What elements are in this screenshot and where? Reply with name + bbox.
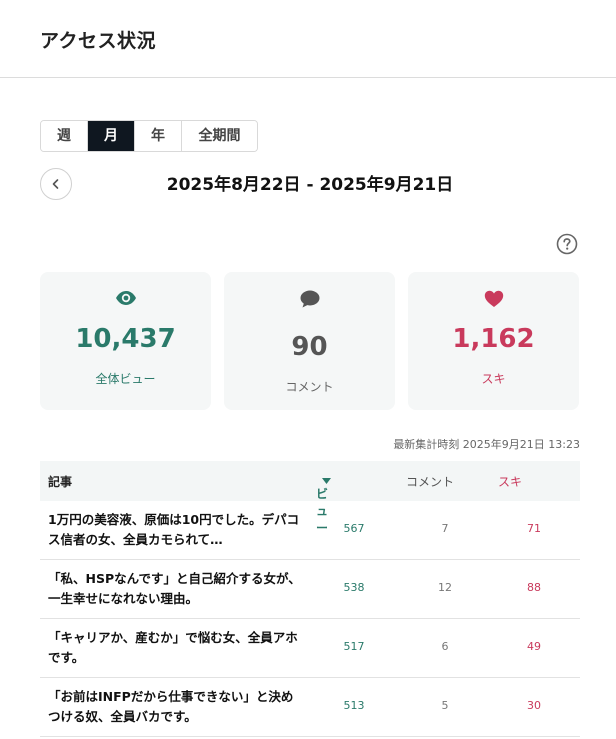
heart-icon (408, 290, 579, 312)
table-row: 「キャリアか、産むか」で悩む女、全員アホです。 517 6 49 (40, 619, 580, 678)
sort-desc-icon (322, 477, 331, 484)
speech-bubble-icon (224, 290, 395, 312)
views-label: 全体ビュー (95, 372, 156, 386)
page-header: アクセス状況 (0, 0, 616, 78)
article-title-link[interactable]: 1万円の美容液、原価は10円でした。デパコス信者の女、全員カモられて… (48, 510, 304, 550)
article-title-link[interactable]: 「キャリアか、産むか」で悩む女、全員アホです。 (48, 628, 304, 668)
table-header: 記事 ビュー コメント スキ (40, 461, 580, 535)
likes-label: スキ (481, 372, 506, 386)
last-updated-timestamp: 最新集計時刻 2025年9月21日 13:23 (393, 438, 580, 451)
column-header-article: 記事 (48, 475, 73, 489)
row-comments: 6 (441, 640, 449, 653)
table-row: 「私、HSPなんです」と自己紹介する女が、一生幸せになれない理由。 538 12… (40, 560, 580, 619)
help-icon[interactable] (556, 233, 578, 255)
article-title-link[interactable]: 「お前はINFPだから仕事できない」と決めつける奴、全員バカです。 (48, 687, 304, 727)
likes-stat-card: 1,162 スキ (408, 272, 579, 410)
row-likes: 71 (527, 522, 541, 535)
row-likes: 88 (527, 581, 541, 594)
row-comments: 5 (441, 699, 449, 712)
table-row: 1万円の美容液、原価は10円でした。デパコス信者の女、全員カモられて… 567 … (40, 501, 580, 560)
tab-all-time[interactable]: 全期間 (182, 121, 257, 151)
row-likes: 30 (527, 699, 541, 712)
views-total: 10,437 (75, 324, 176, 354)
date-range: 2025年8月22日 - 2025年9月21日 (166, 175, 454, 195)
previous-period-button[interactable] (40, 168, 72, 200)
views-stat-card: 10,437 全体ビュー (40, 272, 211, 410)
chevron-left-icon (52, 179, 59, 189)
comments-stat-card: 90 コメント (224, 272, 395, 410)
row-likes: 49 (527, 640, 541, 653)
column-header-views[interactable]: ビュー (316, 473, 331, 535)
column-header-comments[interactable]: コメント (406, 473, 454, 490)
eye-icon (40, 290, 211, 312)
row-views: 513 (343, 699, 365, 712)
tab-week[interactable]: 週 (41, 121, 88, 151)
tab-year[interactable]: 年 (135, 121, 182, 151)
table-row: 「お前はINFPだから仕事できない」と決めつける奴、全員バカです。 513 5 … (40, 678, 580, 737)
period-tabs: 週 月 年 全期間 (40, 120, 258, 152)
comments-total: 90 (291, 332, 328, 362)
row-views: 538 (343, 581, 365, 594)
row-views: 567 (343, 522, 365, 535)
comments-label: コメント (285, 380, 334, 394)
row-comments: 7 (441, 522, 449, 535)
page-title: アクセス状況 (40, 30, 157, 52)
likes-total: 1,162 (452, 324, 535, 354)
row-comments: 12 (438, 581, 452, 594)
article-title-link[interactable]: 「私、HSPなんです」と自己紹介する女が、一生幸せになれない理由。 (48, 569, 304, 609)
tab-month[interactable]: 月 (88, 121, 135, 151)
articles-table: 記事 ビュー コメント スキ 1万円の美容液、原価は10円でした。デパコス信者の… (40, 461, 580, 737)
column-header-likes[interactable]: スキ (498, 473, 522, 490)
row-views: 517 (343, 640, 365, 653)
